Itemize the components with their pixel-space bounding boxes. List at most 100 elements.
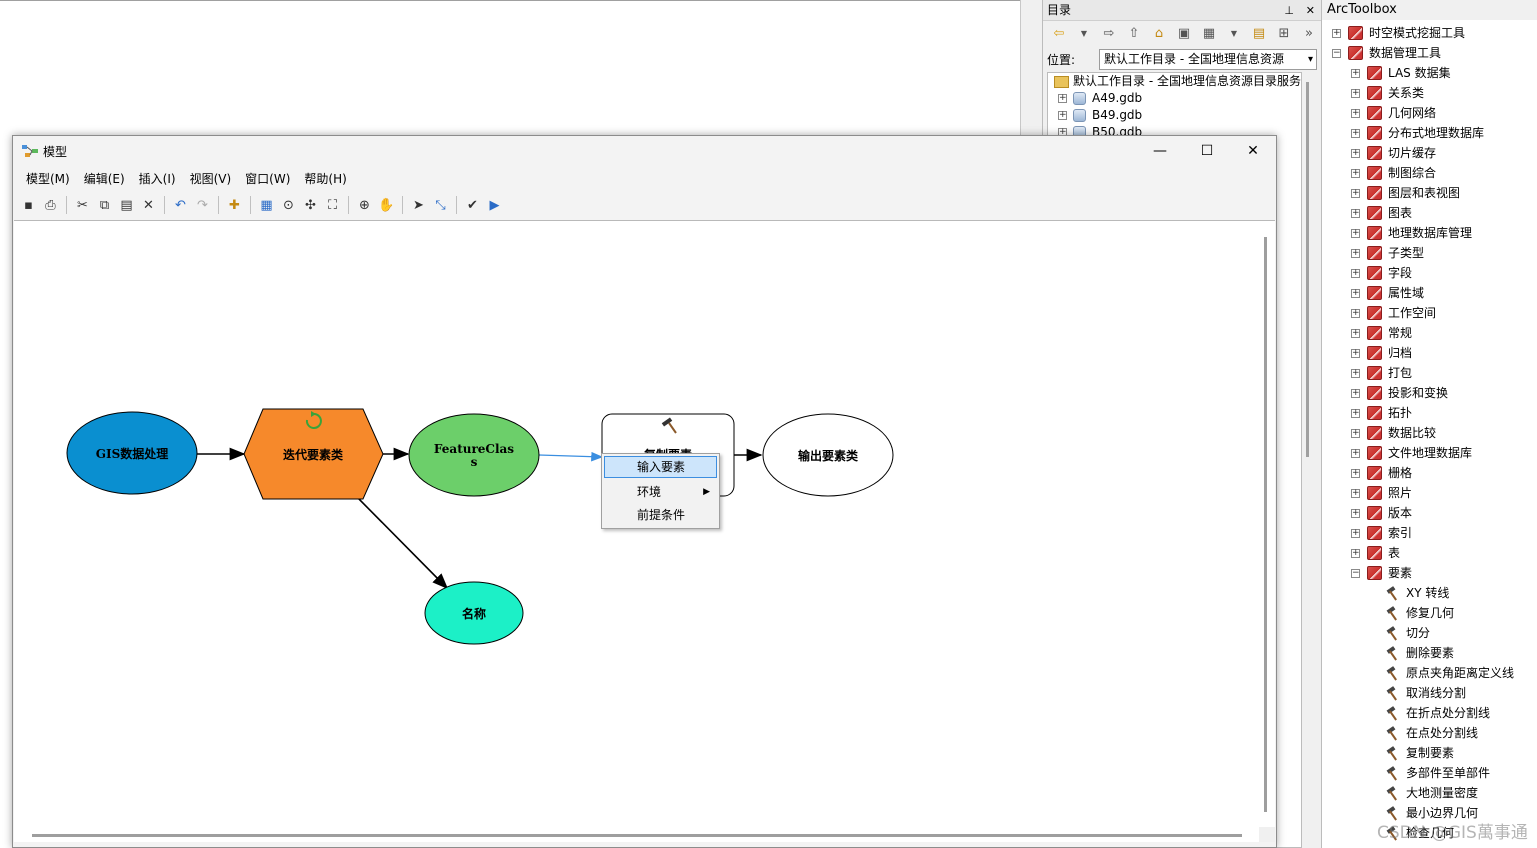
maximize-button[interactable]: ☐ [1197,141,1217,161]
tool-item[interactable]: XY 转线 [1385,583,1449,603]
tree-options-icon[interactable]: ⊞ [1276,26,1292,42]
validate-icon[interactable]: ✔ [463,196,482,215]
view-dropdown-icon[interactable]: ▼ [1226,26,1242,42]
menu-item-environments[interactable]: 环境 ▶ [604,481,717,503]
expand-icon[interactable]: + [1351,108,1360,118]
toolset-item[interactable]: + 地理数据库管理 [1351,223,1472,243]
node-iterate[interactable]: 迭代要素类 [243,408,384,500]
toolset-item[interactable]: + 几何网络 [1351,103,1436,123]
toolset-item[interactable]: + 数据比较 [1351,423,1436,443]
toolbox-item[interactable]: − 数据管理工具 [1332,43,1441,63]
close-button[interactable]: ✕ [1243,141,1263,161]
toolset-item[interactable]: + 投影和变换 [1351,383,1448,403]
canvas-vertical-scrollbar[interactable] [1264,237,1267,812]
collapse-icon[interactable]: − [1351,568,1360,578]
select-pointer-icon[interactable]: ➤ [409,196,428,215]
save-icon[interactable]: ▪ [19,196,38,215]
forward-arrow-icon[interactable]: ⇨ [1101,26,1117,42]
expand-icon[interactable]: + [1351,308,1360,318]
node-name[interactable]: 名称 [424,581,524,645]
toolset-item[interactable]: + 字段 [1351,263,1412,283]
node-featureclass[interactable]: FeatureClas s [408,413,540,497]
dropdown-arrow-icon[interactable]: ▼ [1076,26,1092,42]
tool-item[interactable]: 修复几何 [1385,603,1454,623]
connector-iterate-to-name[interactable] [353,493,449,590]
toolset-item[interactable]: + 工作空间 [1351,303,1436,323]
print-icon[interactable]: ⎙ [41,196,60,215]
collapse-icon[interactable]: − [1332,48,1341,58]
expand-icon[interactable]: + [1351,88,1360,98]
toolset-item[interactable]: + 常规 [1351,323,1412,343]
paste-icon[interactable]: ▤ [117,196,136,215]
expand-icon[interactable]: + [1351,408,1360,418]
toolset-item[interactable]: + 版本 [1351,503,1412,523]
toolset-item[interactable]: + 子类型 [1351,243,1424,263]
zoom-in-icon[interactable]: ⊕ [355,196,374,215]
tool-item[interactable]: 复制要素 [1385,743,1454,763]
toolset-item[interactable]: + 栅格 [1351,463,1412,483]
menu-model[interactable]: 模型(M) [19,169,77,189]
copy-icon[interactable]: ⧉ [95,196,114,215]
minimize-button[interactable]: — [1150,141,1170,161]
expand-icon[interactable]: + [1058,94,1067,103]
expand-icon[interactable]: + [1351,148,1360,158]
connect-folder-icon[interactable]: ▣ [1176,26,1192,42]
tool-item[interactable]: 切分 [1385,623,1430,643]
menu-item-input-features[interactable]: 输入要素 [604,456,717,478]
toolset-item[interactable]: + 索引 [1351,523,1412,543]
cut-icon[interactable]: ✂ [73,196,92,215]
run-icon[interactable]: ▶ [485,196,504,215]
toolset-item[interactable]: + 表 [1351,543,1400,563]
connect-icon[interactable]: ⤡ [431,196,450,215]
expand-icon[interactable]: + [1351,68,1360,78]
expand-icon[interactable]: + [1058,111,1067,120]
expand-icon[interactable]: + [1351,128,1360,138]
scroll-thumb[interactable] [1306,82,1309,457]
expand-icon[interactable]: + [1332,28,1341,38]
undo-icon[interactable]: ↶ [171,196,190,215]
new-folder-icon[interactable]: ▤ [1251,26,1267,42]
toolbox-item[interactable]: + 时空模式挖掘工具 [1332,23,1465,43]
toolset-item[interactable]: + 关系类 [1351,83,1424,103]
menu-insert[interactable]: 插入(I) [132,169,183,189]
toolset-item[interactable]: + 照片 [1351,483,1412,503]
close-icon[interactable]: ✕ [1306,4,1315,17]
overflow-icon[interactable]: » [1301,26,1317,42]
pin-icon[interactable]: ⊥ [1284,4,1294,17]
tool-item[interactable]: 删除要素 [1385,643,1454,663]
tool-item[interactable]: 在折点处分割线 [1385,703,1490,723]
toolset-item[interactable]: + 归档 [1351,343,1412,363]
fixed-zoom-in-icon[interactable]: ✣ [301,196,320,215]
toolset-item[interactable]: + 制图综合 [1351,163,1436,183]
toolset-item[interactable]: + 打包 [1351,363,1412,383]
expand-icon[interactable]: + [1351,428,1360,438]
tree-item-gdb[interactable]: + B49.gdb [1048,107,1301,124]
expand-icon[interactable]: + [1351,448,1360,458]
expand-icon[interactable]: + [1351,548,1360,558]
connector-featureclass-to-copy[interactable] [538,451,604,462]
back-arrow-icon[interactable]: ⇦ [1051,26,1067,42]
expand-icon[interactable]: + [1351,288,1360,298]
expand-icon[interactable]: + [1351,508,1360,518]
up-level-icon[interactable]: ⇧ [1126,26,1142,42]
catalog-scrollbar[interactable] [1301,72,1315,462]
toolset-item[interactable]: + 分布式地理数据库 [1351,123,1484,143]
expand-icon[interactable]: + [1351,488,1360,498]
canvas-horizontal-scrollbar[interactable] [32,834,1242,837]
pan-icon[interactable]: ✋ [377,196,396,215]
home-icon[interactable]: ⌂ [1151,26,1167,42]
tool-item[interactable]: 取消线分割 [1385,683,1466,703]
menu-help[interactable]: 帮助(H) [297,169,353,189]
toolset-item[interactable]: + 文件地理数据库 [1351,443,1472,463]
chevron-down-icon[interactable]: ▾ [1308,50,1313,69]
expand-icon[interactable]: + [1351,348,1360,358]
tree-item-root[interactable]: 默认工作目录 - 全国地理信息资源目录服务 [1048,73,1301,90]
model-canvas[interactable]: GIS数据处理 迭代要素类 FeatureClas s 输出要素类 名称 [14,220,1275,842]
tool-item[interactable]: 大地测量密度 [1385,783,1478,803]
toolset-item[interactable]: − 要素 [1351,563,1412,583]
expand-icon[interactable]: + [1351,388,1360,398]
expand-icon[interactable]: + [1351,248,1360,258]
toolset-item[interactable]: + LAS 数据集 [1351,63,1451,83]
location-combo[interactable]: 默认工作目录 - 全国地理信息资源 ▾ [1099,48,1317,70]
menu-view[interactable]: 视图(V) [183,169,239,189]
